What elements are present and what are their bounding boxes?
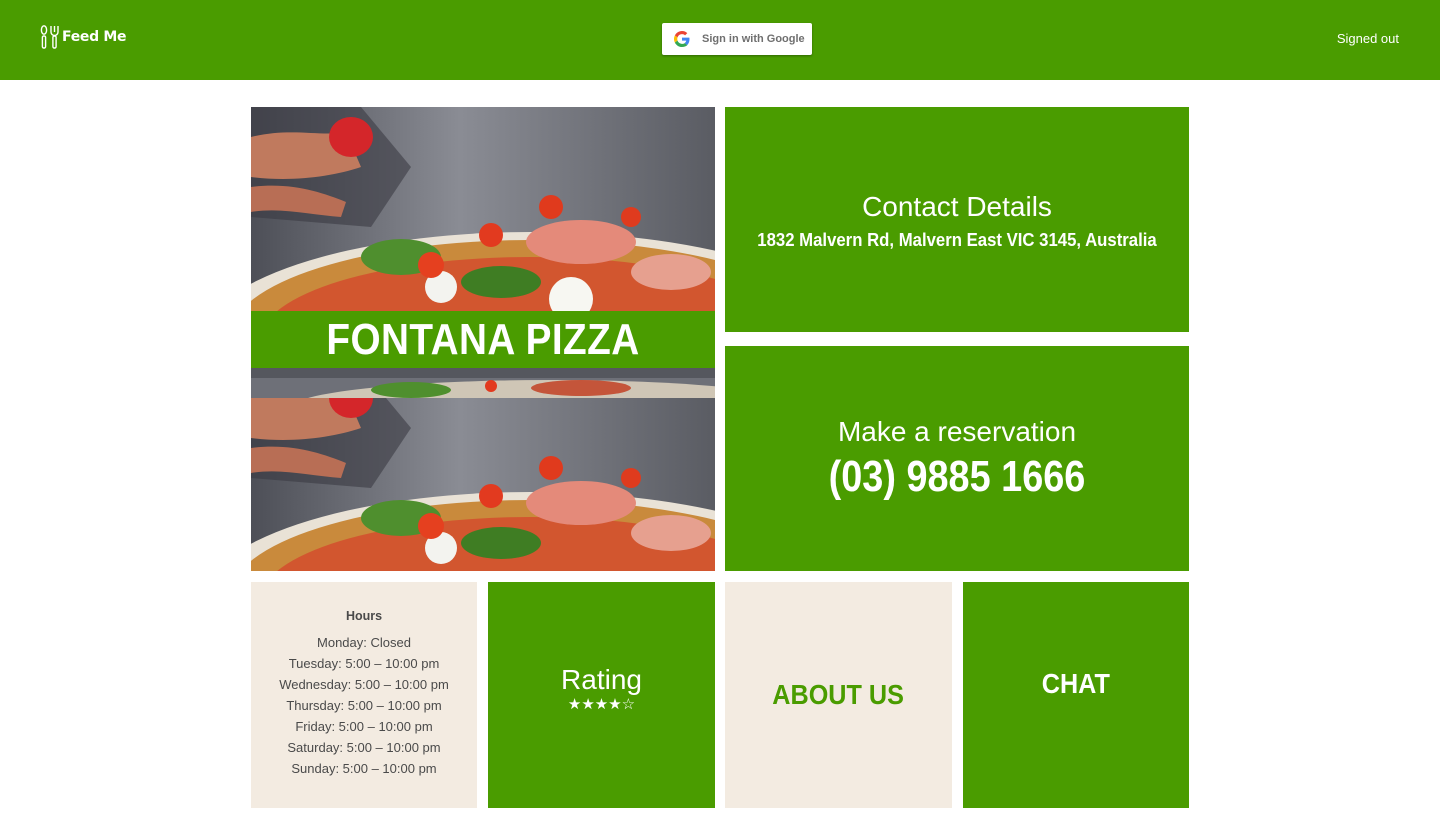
reservation-phone[interactable]: (03) 9885 1666: [757, 452, 1156, 502]
fork-knife-icon: [40, 25, 59, 49]
pizza-photo-strip: [251, 368, 715, 398]
rating-stars: ★ ★ ★ ★ ☆: [488, 697, 715, 713]
contact-address: 1832 Malvern Rd, Malvern East VIC 3145, …: [757, 230, 1157, 250]
google-sign-in-label: Sign in with Google: [702, 33, 805, 45]
restaurant-name: FONTANA PIZZA: [326, 314, 640, 364]
rating-heading: Rating: [561, 664, 642, 695]
reservation-heading: Make a reservation: [837, 416, 1077, 447]
google-g-icon: [674, 31, 690, 47]
auth-status: Signed out: [1336, 31, 1399, 46]
star-filled-icon: ★: [581, 696, 595, 713]
hours-item: Friday: 5:00 – 10:00 pm: [295, 719, 433, 734]
hours-item: Saturday: 5:00 – 10:00 pm: [287, 740, 441, 755]
hours-item: Monday: Closed: [317, 635, 411, 650]
hours-item: Tuesday: 5:00 – 10:00 pm: [288, 656, 440, 671]
star-empty-icon: ☆: [621, 696, 636, 713]
about-us-tile[interactable]: ABOUT US: [725, 582, 952, 808]
star-filled-icon: ★: [608, 696, 622, 713]
rating-card: Rating ★ ★ ★ ★ ☆: [488, 582, 715, 808]
about-us-label: ABOUT US: [772, 679, 905, 710]
pizza-photo: [251, 107, 715, 311]
google-sign-in-button[interactable]: Sign in with Google: [662, 23, 812, 55]
hours-item: Thursday: 5:00 – 10:00 pm: [286, 698, 442, 713]
star-filled-icon: ★: [594, 696, 609, 713]
chat-label: CHAT: [1041, 668, 1111, 699]
restaurant-name-banner: FONTANA PIZZA: [251, 311, 715, 368]
hours-list: Monday: Closed Tuesday: 5:00 – 10:00 pm …: [251, 632, 477, 779]
hours-heading: Hours: [345, 609, 383, 623]
star-filled-icon: ★: [567, 696, 582, 713]
pizza-photo: [251, 368, 715, 571]
logo[interactable]: Feed Me: [40, 24, 127, 50]
opening-hours-card: Hours Monday: Closed Tuesday: 5:00 – 10:…: [251, 582, 477, 808]
contact-details-card: Contact Details 1832 Malvern Rd, Malvern…: [725, 107, 1189, 332]
hours-item: Wednesday: 5:00 – 10:00 pm: [279, 677, 449, 692]
chat-tile[interactable]: CHAT: [963, 582, 1189, 808]
restaurant-hero: FONTANA PIZZA: [251, 107, 715, 571]
hours-item: Sunday: 5:00 – 10:00 pm: [291, 761, 437, 776]
reservation-card[interactable]: Make a reservation (03) 9885 1666: [725, 346, 1189, 571]
contact-heading: Contact Details: [862, 191, 1052, 222]
logo-text: Feed Me: [62, 29, 127, 45]
top-navbar: Feed Me Sign in with Google Signed out: [0, 0, 1440, 80]
